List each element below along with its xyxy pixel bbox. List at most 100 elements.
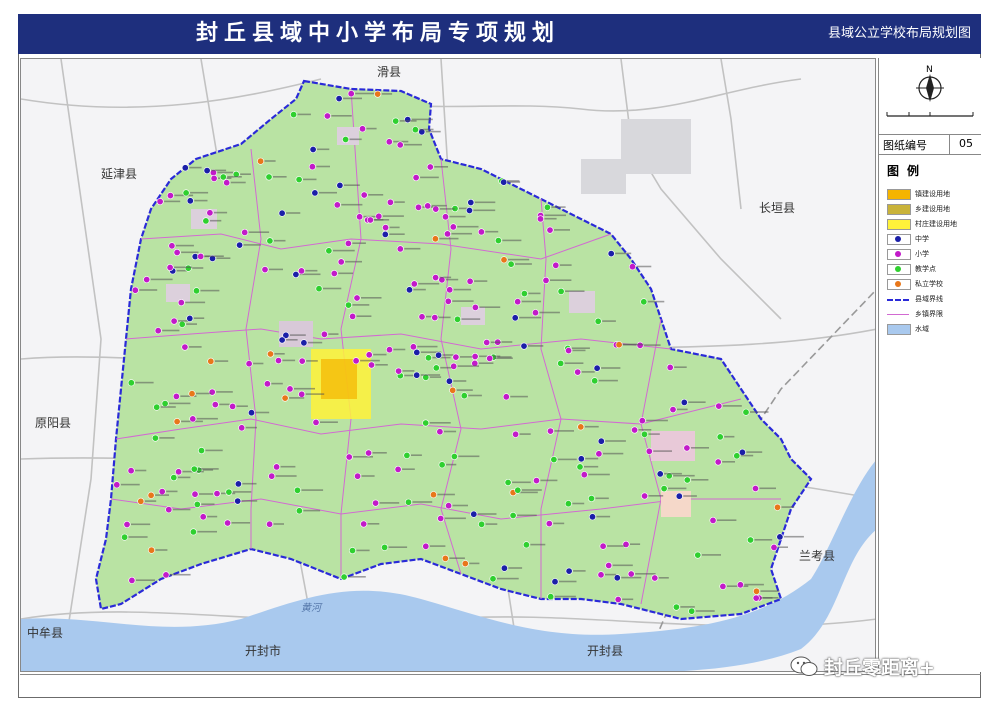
school-point xyxy=(577,423,585,431)
school-point xyxy=(248,409,256,417)
school-label-mark xyxy=(273,523,284,525)
school-point xyxy=(641,492,649,500)
school-point xyxy=(413,348,421,356)
school-label-mark xyxy=(305,269,318,272)
school-label-mark xyxy=(343,97,362,100)
school-label-mark xyxy=(612,564,633,567)
school-label-mark xyxy=(490,341,502,344)
school-point xyxy=(170,474,178,482)
school-label-mark xyxy=(162,329,180,332)
school-label-mark xyxy=(227,176,242,178)
school-point xyxy=(344,239,352,247)
school-label-mark xyxy=(172,508,191,511)
legend-label: 乡镇界限 xyxy=(915,310,943,318)
school-point xyxy=(773,503,781,511)
school-label-mark xyxy=(443,430,457,433)
legend-swatch xyxy=(887,264,911,275)
school-label-mark xyxy=(425,130,441,133)
school-point xyxy=(672,603,680,611)
school-label-mark xyxy=(760,590,780,592)
school-point xyxy=(546,427,554,435)
school-point xyxy=(660,485,668,493)
school-point xyxy=(514,486,522,494)
school-point xyxy=(449,386,457,394)
school-label-mark xyxy=(181,251,199,254)
school-point xyxy=(613,574,621,582)
school-label-mark xyxy=(317,148,330,151)
school-label-mark xyxy=(164,200,181,203)
school-label-mark xyxy=(437,493,455,496)
school-label-mark xyxy=(160,406,176,408)
school-point xyxy=(325,247,333,255)
school-label-mark xyxy=(559,580,577,583)
school-point xyxy=(651,574,659,582)
legend-label: 村庄建设用地 xyxy=(915,220,957,228)
school-point xyxy=(404,498,412,506)
north-label: N xyxy=(926,65,933,75)
school-label-mark xyxy=(551,206,566,208)
school-label-mark xyxy=(674,366,687,368)
school-point xyxy=(190,465,198,473)
school-label-mark xyxy=(211,169,227,172)
school-label-mark xyxy=(207,515,218,518)
school-label-mark xyxy=(356,315,372,317)
school-label-mark xyxy=(367,523,380,525)
school-label-mark xyxy=(393,348,406,351)
school-point xyxy=(494,237,502,245)
school-label-mark xyxy=(653,450,672,452)
school-label-mark xyxy=(306,360,318,362)
school-label-mark xyxy=(778,546,788,548)
school-point xyxy=(238,424,246,432)
school-point xyxy=(197,252,205,260)
school-label-mark xyxy=(135,381,154,384)
legend-swatch xyxy=(887,279,911,290)
school-label-mark xyxy=(174,266,193,269)
school-point xyxy=(309,146,317,154)
school-label-mark xyxy=(457,225,479,228)
school-label-mark xyxy=(517,514,537,517)
school-label-mark xyxy=(453,380,467,382)
school-point xyxy=(360,520,368,528)
school-point xyxy=(466,277,474,285)
school-point xyxy=(295,176,303,184)
school-point xyxy=(358,125,366,133)
school-point xyxy=(502,393,510,401)
school-point xyxy=(445,502,453,510)
school-label-mark xyxy=(155,549,168,551)
school-label-mark xyxy=(691,479,709,481)
school-label-mark xyxy=(585,457,599,460)
legend-swatch xyxy=(887,219,911,230)
school-label-mark xyxy=(439,208,455,210)
school-label-mark xyxy=(688,401,706,403)
school-label-mark xyxy=(204,255,224,257)
town-area xyxy=(166,284,190,302)
school-label-mark xyxy=(565,290,585,292)
school-label-mark xyxy=(323,287,342,290)
school-point xyxy=(311,189,319,197)
school-label-mark xyxy=(429,422,451,424)
school-point xyxy=(385,346,393,354)
school-point xyxy=(546,226,554,234)
school-point xyxy=(438,461,446,469)
school-label-mark xyxy=(519,316,542,319)
school-label-mark xyxy=(754,539,773,541)
school-point xyxy=(336,181,344,189)
school-point xyxy=(545,520,553,528)
school-label-mark xyxy=(429,545,446,547)
school-point xyxy=(429,491,437,499)
school-point xyxy=(170,317,178,325)
school-label-mark xyxy=(573,570,586,572)
school-label-mark xyxy=(508,567,523,569)
school-point xyxy=(267,350,275,358)
school-point xyxy=(405,286,413,294)
school-point xyxy=(121,533,129,541)
map-canvas[interactable]: 黄河 xyxy=(21,59,876,672)
school-label-mark xyxy=(273,176,287,178)
county-area[interactable] xyxy=(94,79,813,621)
school-point xyxy=(210,174,218,182)
place-label-hua: 滑县 xyxy=(377,65,402,79)
school-point xyxy=(500,178,508,186)
map-area[interactable]: 黄河 滑县 延津县 长垣县 原阳县 中牟县 开封市 开封县 兰考县 xyxy=(20,58,876,672)
place-label-kaifengxian: 开封县 xyxy=(587,644,624,658)
school-point xyxy=(683,476,691,484)
